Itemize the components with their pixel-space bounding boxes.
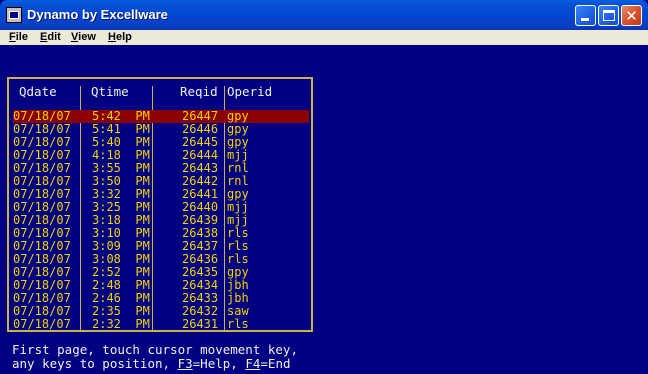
minimize-icon xyxy=(581,18,589,21)
app-icon xyxy=(6,7,22,23)
cell-operid: rls xyxy=(227,317,249,331)
help-line-2b: =Help, xyxy=(192,356,246,371)
close-icon: ✕ xyxy=(625,7,638,25)
close-button[interactable]: ✕ xyxy=(621,5,642,26)
f3-key-hint[interactable]: F3 xyxy=(178,356,193,371)
header-qdate: Qdate xyxy=(19,84,57,99)
maximize-icon xyxy=(603,10,615,21)
window-title: Dynamo by Excellware xyxy=(27,7,168,22)
cell-qtime: 2:32 PM xyxy=(92,317,150,331)
menu-help[interactable]: Help xyxy=(108,31,132,43)
console-area[interactable]: Qdate Qtime Reqid Operid 07/18/07 5:42 PM… xyxy=(0,45,648,374)
help-line-1: First page, touch cursor movement key, xyxy=(12,342,298,357)
header-operid: Operid xyxy=(227,84,273,99)
header-qtime: Qtime xyxy=(91,84,129,99)
maximize-button[interactable] xyxy=(598,5,619,26)
menu-file[interactable]: File xyxy=(9,31,28,43)
cell-reqid: 26431 xyxy=(182,317,219,331)
menu-bar: File Edit View Help xyxy=(0,30,648,45)
cell-qdate: 07/18/07 xyxy=(13,317,71,331)
request-list: 07/18/07 5:42 PM 26447 gpy 07/18/07 5:41 PM 26… xyxy=(9,110,311,331)
minimize-button[interactable] xyxy=(575,5,596,26)
table-row[interactable]: 07/18/07 2:32 PM 26431 rls xyxy=(9,318,311,331)
help-text: First page, touch cursor movement key, a… xyxy=(12,343,298,371)
header-reqid: Reqid xyxy=(180,84,218,99)
menu-edit[interactable]: Edit xyxy=(40,31,61,43)
f4-key-hint[interactable]: F4 xyxy=(245,356,260,371)
title-bar[interactable]: Dynamo by Excellware ✕ xyxy=(0,0,648,30)
help-line-2a: any keys to position, xyxy=(12,356,178,371)
request-list-panel: Qdate Qtime Reqid Operid 07/18/07 5:42 PM… xyxy=(7,77,313,332)
help-line-2c: =End xyxy=(260,356,291,371)
menu-view[interactable]: View xyxy=(71,31,96,43)
